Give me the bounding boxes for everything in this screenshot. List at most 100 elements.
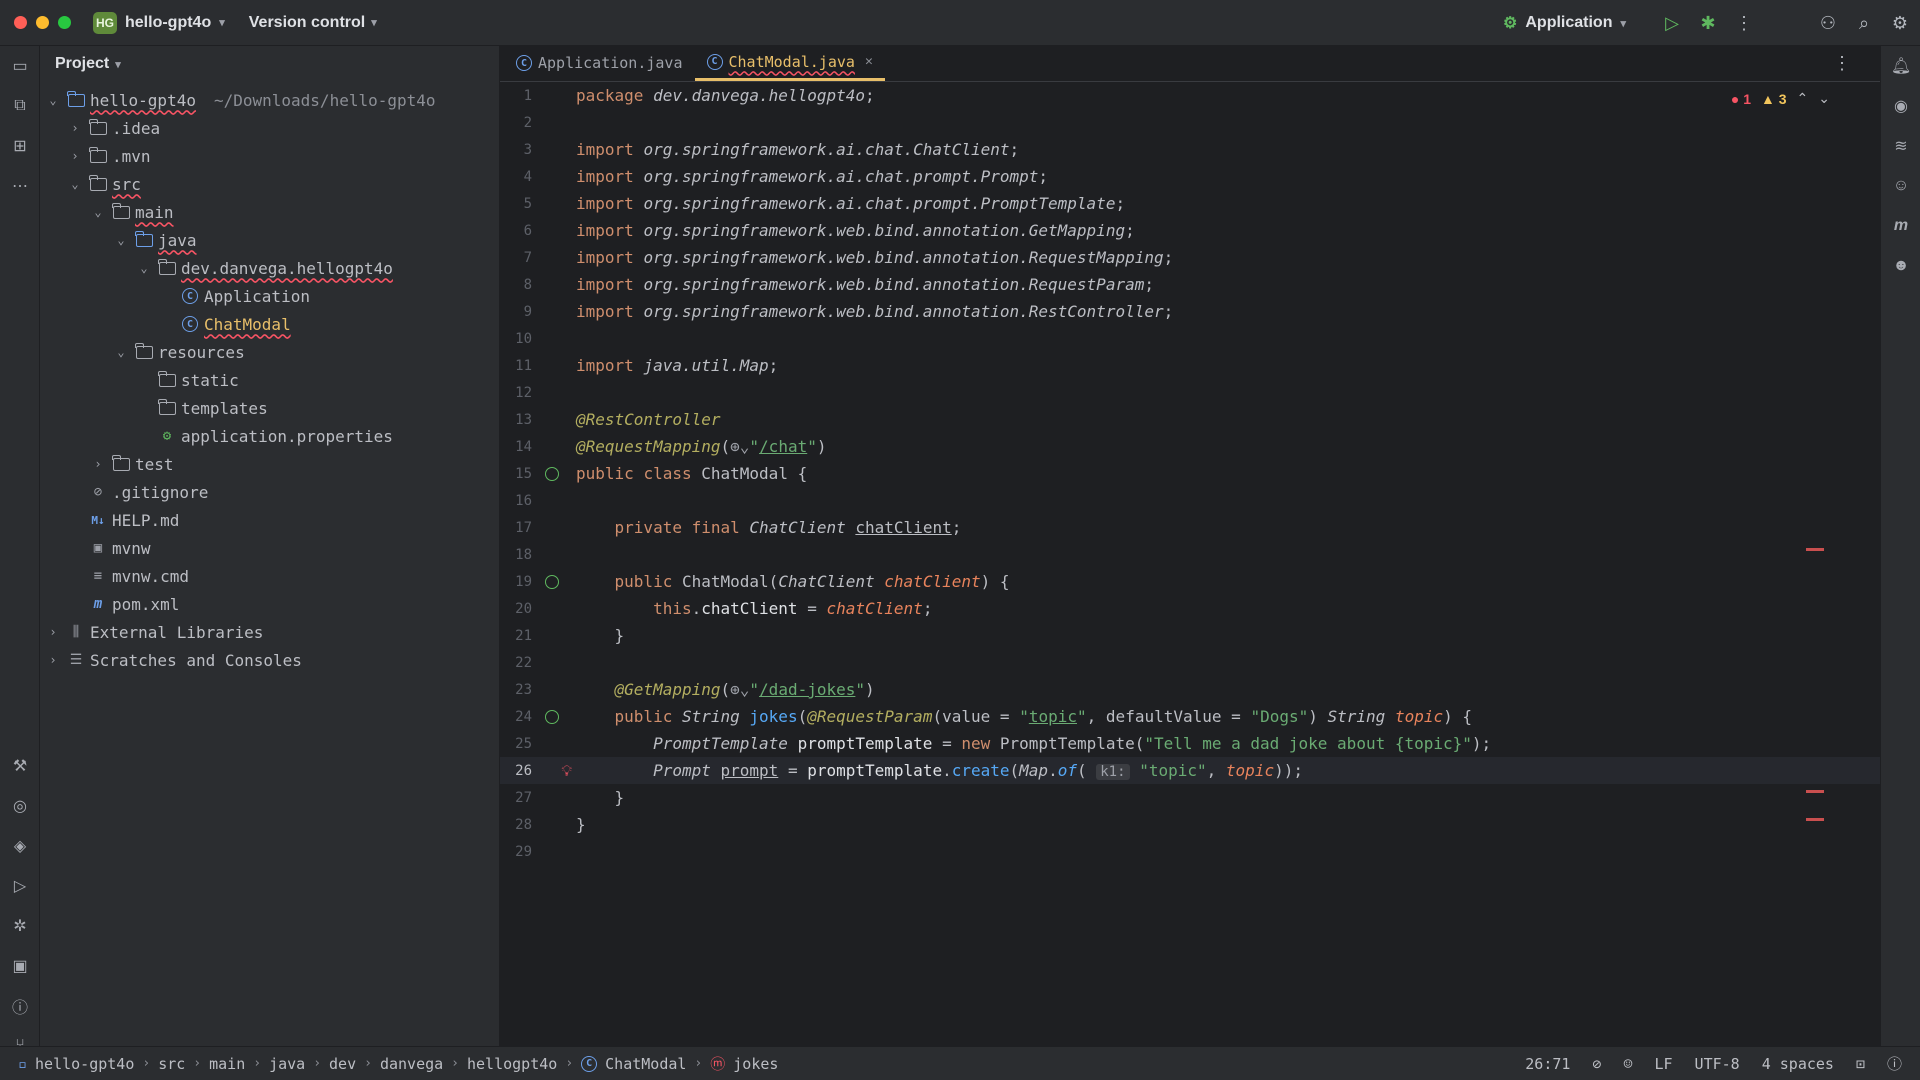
notifications-icon[interactable]: 🔔︎ — [1881, 46, 1920, 86]
tree-node-root[interactable]: ⌄ hello-gpt4o ~/Downloads/hello-gpt4o — [40, 86, 499, 114]
add-user-icon[interactable]: ⚇ — [1810, 5, 1846, 41]
tab-chatmodal-java[interactable]: C ChatModal.java ✕ — [694, 45, 885, 81]
chevron-down-icon[interactable]: ⌄ — [112, 345, 130, 359]
chevron-down-icon[interactable]: ⌄ — [135, 261, 153, 275]
tree-node-external-libraries[interactable]: › ⫼ External Libraries — [40, 618, 499, 646]
indent-setting[interactable]: 4 spaces — [1762, 1055, 1834, 1073]
globe-icon[interactable]: ⊕⌄ — [730, 680, 749, 699]
lightbulb-error-icon[interactable]: 💡︎ — [561, 762, 572, 780]
minimize-window-button[interactable] — [36, 16, 49, 29]
chevron-right-icon[interactable]: › — [66, 121, 84, 135]
code-line[interactable]: 29 — [500, 838, 1880, 865]
chevron-down-icon[interactable]: ⌄ — [112, 233, 130, 247]
code-line[interactable]: 24 public String jokes(@RequestParam(val… — [500, 703, 1880, 730]
tree-node-package[interactable]: ⌄ dev.danvega.hellogpt4o — [40, 254, 499, 282]
terminal-tool-icon[interactable]: ▣ — [0, 946, 40, 986]
copilot-status-icon[interactable]: ☺ — [1623, 1055, 1632, 1073]
breadcrumb-item[interactable]: dev — [329, 1055, 356, 1073]
chevron-down-icon[interactable]: ⌄ — [44, 93, 62, 107]
tree-node-static[interactable]: static — [40, 366, 499, 394]
tab-application-java[interactable]: C Application.java — [504, 45, 695, 81]
copilot-icon[interactable]: ☺ — [1881, 166, 1920, 206]
build-tool-icon[interactable]: ⚒ — [0, 746, 40, 786]
breadcrumb-item[interactable]: hello-gpt4o — [35, 1055, 134, 1073]
code-line[interactable]: 9 import org.springframework.web.bind.ann… — [500, 298, 1880, 325]
breadcrumb-item[interactable]: java — [269, 1055, 305, 1073]
code-line[interactable]: 11 import java.util.Map; — [500, 352, 1880, 379]
tab-options-icon[interactable]: ⋮ — [1824, 45, 1860, 81]
code-line[interactable]: 7 import org.springframework.web.bind.ann… — [500, 244, 1880, 271]
code-line[interactable]: 18 — [500, 541, 1880, 568]
tree-node-help-md[interactable]: M↓ HELP.md — [40, 506, 499, 534]
search-icon[interactable]: ⌕ — [1846, 5, 1882, 41]
cursor-position[interactable]: 26:71 — [1525, 1055, 1570, 1073]
more-actions-icon[interactable]: ⋮ — [1726, 5, 1762, 41]
debug-icon[interactable]: ✱ — [1690, 5, 1726, 41]
no-ai-icon[interactable]: ⊘ — [1592, 1055, 1601, 1073]
breadcrumb-item[interactable]: danvega — [380, 1055, 443, 1073]
code-line[interactable]: 5 import org.springframework.ai.chat.prom… — [500, 190, 1880, 217]
code-line[interactable]: 10 — [500, 325, 1880, 352]
token[interactable]: /dad-jokes — [759, 680, 855, 699]
code-line[interactable]: 23 @GetMapping(⊕⌄"/dad-jokes") — [500, 676, 1880, 703]
chevron-down-icon[interactable]: ⌄ — [66, 177, 84, 191]
run-tool-icon[interactable]: ▷ — [0, 866, 40, 906]
code-line[interactable]: 25 PromptTemplate promptTemplate = new P… — [500, 730, 1880, 757]
code-line[interactable]: 28} — [500, 811, 1880, 838]
problems-tool-icon[interactable]: ⓘ — [0, 986, 40, 1026]
debug-tool-icon[interactable]: ✲ — [0, 906, 40, 946]
tree-node-mvnw[interactable]: ▣ mvnw — [40, 534, 499, 562]
code-line[interactable]: 8 import org.springframework.web.bind.ann… — [500, 271, 1880, 298]
spring-bean-gutter-icon[interactable] — [545, 574, 559, 589]
project-switcher[interactable]: HG hello-gpt4o ▾ — [93, 11, 225, 34]
code-line[interactable]: 1 package dev.danvega.hellogpt4o; — [500, 82, 1880, 109]
code-line[interactable]: 17 private final ChatClient chatClient; — [500, 514, 1880, 541]
error-stripe-marker[interactable] — [1806, 818, 1824, 821]
code-line[interactable]: 3 import org.springframework.ai.chat.Chat… — [500, 136, 1880, 163]
line-separator[interactable]: LF — [1654, 1055, 1672, 1073]
code-line[interactable]: 20 this.chatClient = chatClient; — [500, 595, 1880, 622]
breadcrumb-item[interactable]: src — [158, 1055, 185, 1073]
project-tool-icon[interactable]: ▭ — [0, 46, 40, 86]
run-configuration-selector[interactable]: ⚙ Application ▾ — [1503, 13, 1626, 33]
file-encoding[interactable]: UTF-8 — [1695, 1055, 1740, 1073]
breadcrumb-item[interactable]: hellogpt4o — [467, 1055, 557, 1073]
code-line[interactable]: 12 — [500, 379, 1880, 406]
plugins-tool-icon[interactable]: ⧉ — [0, 86, 40, 126]
code-line-current[interactable]: 26 💡︎ Prompt prompt = promptTemplate.crea… — [500, 757, 1880, 784]
tree-node-resources[interactable]: ⌄ resources — [40, 338, 499, 366]
code-line[interactable]: 4 import org.springframework.ai.chat.prom… — [500, 163, 1880, 190]
code-line[interactable]: 21 } — [500, 622, 1880, 649]
breadcrumb-item[interactable]: main — [209, 1055, 245, 1073]
code-line[interactable]: 13 @RestController — [500, 406, 1880, 433]
tree-node-mvnw-cmd[interactable]: ≡ mvnw.cmd — [40, 562, 499, 590]
tree-node-mvn[interactable]: › .mvn — [40, 142, 499, 170]
project-panel-header[interactable]: Project ▾ — [40, 46, 499, 82]
code-line[interactable]: 22 — [500, 649, 1880, 676]
tree-node-pom-xml[interactable]: m pom.xml — [40, 590, 499, 618]
tree-node-scratches[interactable]: › ☰ Scratches and Consoles — [40, 646, 499, 674]
layers-tool-icon[interactable]: ◈ — [0, 826, 40, 866]
code-line[interactable]: 15 public class ChatModal { — [500, 460, 1880, 487]
code-editor[interactable]: ● 1 ▲ 3 ⌃ ⌄ 1 package dev.danvega.hellogp… — [500, 82, 1880, 1046]
code-line[interactable]: 16 — [500, 487, 1880, 514]
tree-node-application-properties[interactable]: ⚙ application.properties — [40, 422, 499, 450]
version-control-menu[interactable]: Version control ▾ — [249, 14, 377, 32]
chevron-right-icon[interactable]: › — [44, 625, 62, 639]
token[interactable]: /chat — [759, 437, 807, 456]
code-line[interactable]: 14 @RequestMapping(⊕⌄"/chat") — [500, 433, 1880, 460]
close-tab-icon[interactable]: ✕ — [865, 54, 873, 69]
assistant-chat-icon[interactable]: ☻ — [1881, 246, 1920, 286]
endpoint-gutter-icon[interactable] — [545, 709, 559, 724]
code-line[interactable]: 2 — [500, 109, 1880, 136]
error-stripe-marker[interactable] — [1806, 790, 1824, 793]
globe-icon[interactable]: ⊕⌄ — [730, 437, 749, 456]
tree-node-idea[interactable]: › .idea — [40, 114, 499, 142]
close-window-button[interactable] — [14, 16, 27, 29]
chevron-down-icon[interactable]: ⌄ — [89, 205, 107, 219]
tree-node-src[interactable]: ⌄ src — [40, 170, 499, 198]
tree-node-java[interactable]: ⌄ java — [40, 226, 499, 254]
ai-assistant-icon[interactable]: ◉ — [1881, 86, 1920, 126]
maven-icon[interactable]: m — [1881, 206, 1920, 246]
database-icon[interactable]: ≋ — [1881, 126, 1920, 166]
